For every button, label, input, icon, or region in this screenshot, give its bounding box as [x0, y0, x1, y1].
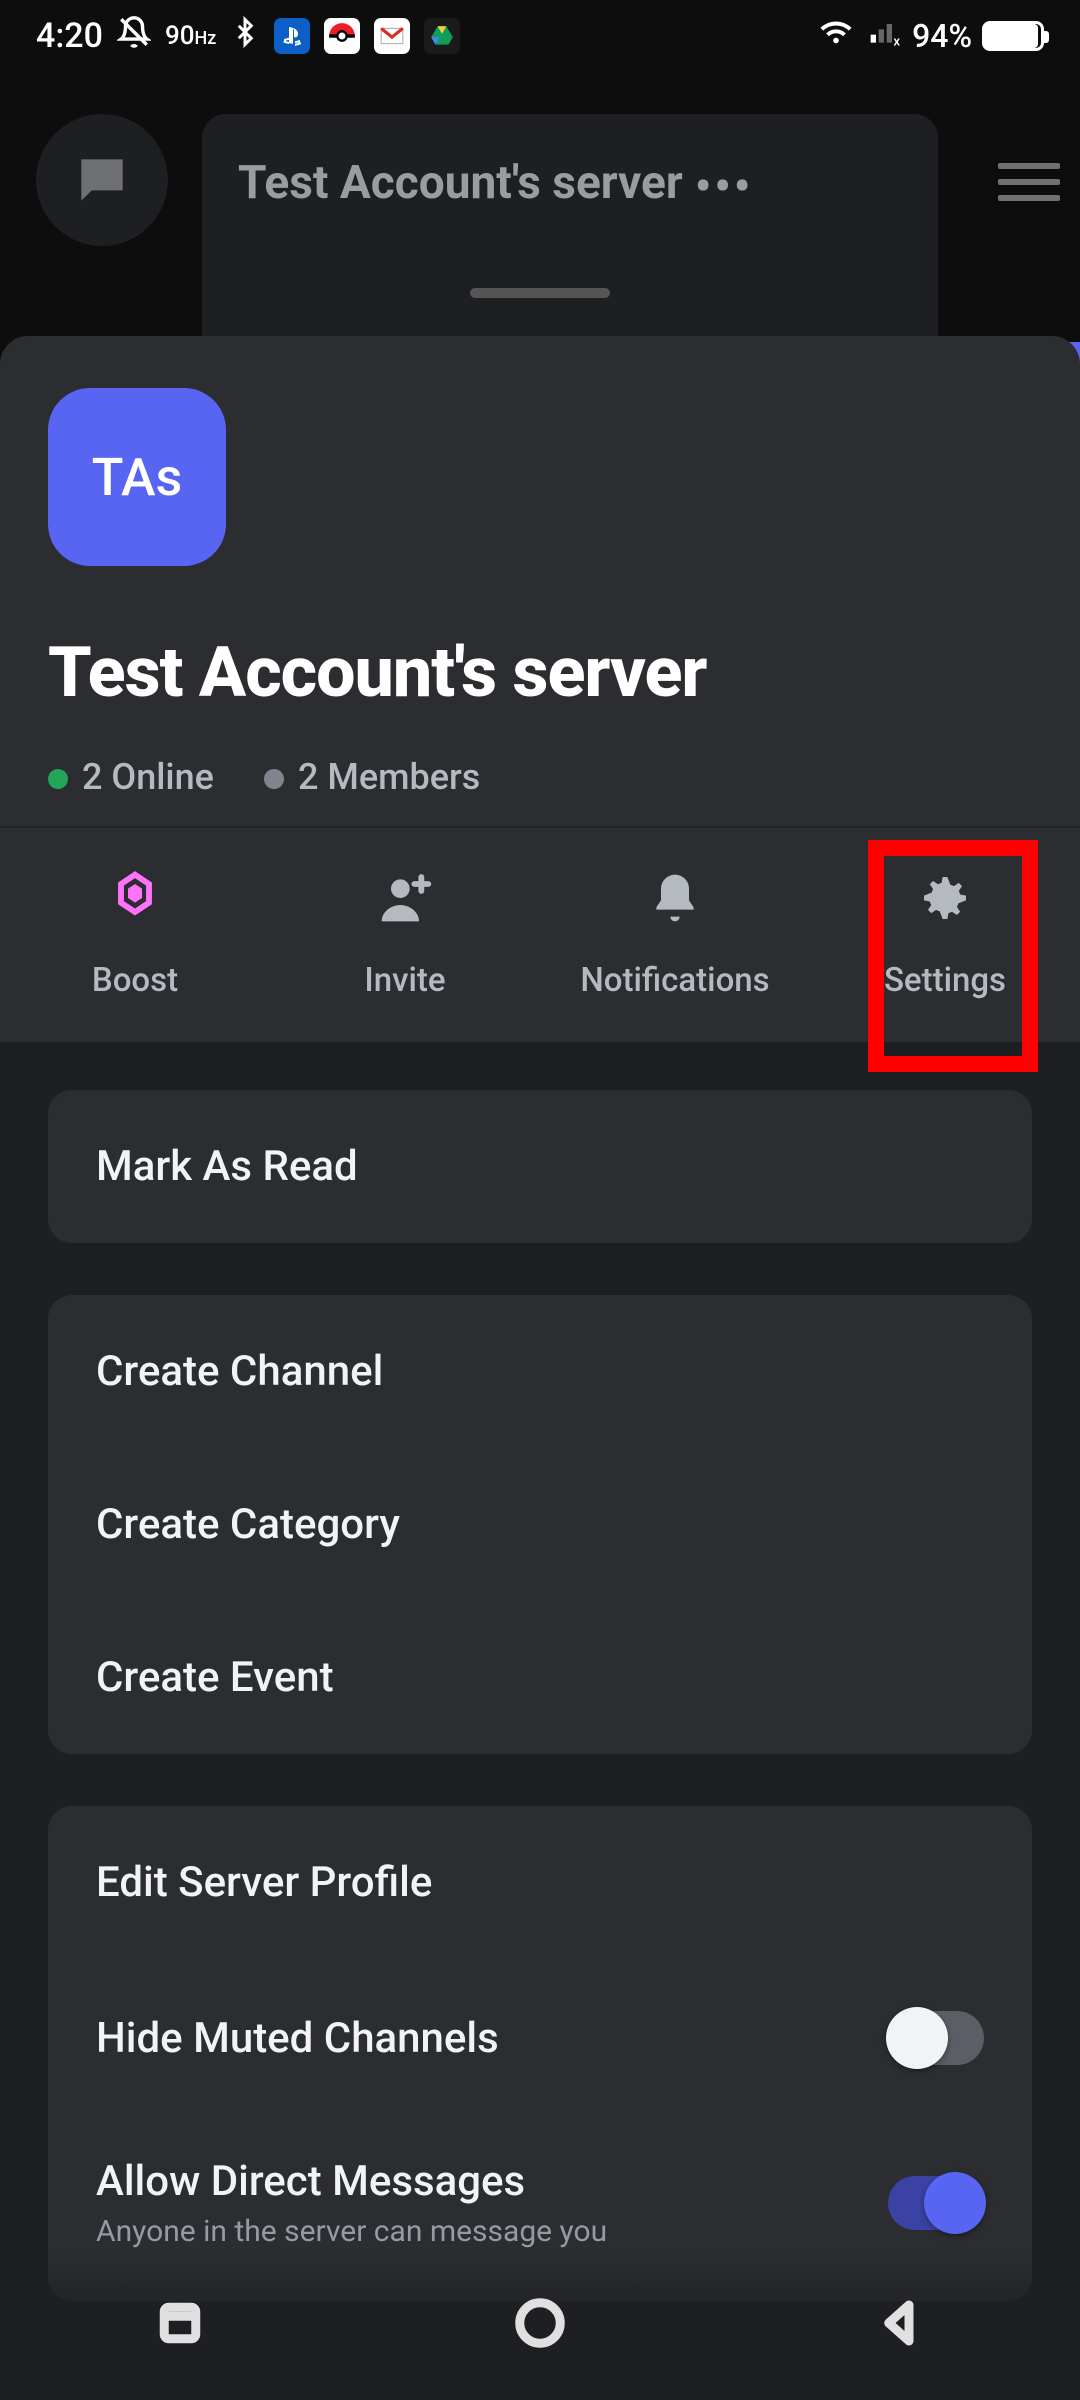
server-name: Test Account's server	[48, 632, 1032, 714]
background-header: Test Account's server ••• 1+ ne	[0, 72, 1080, 342]
menu-area: Mark As Read Create Channel Create Categ…	[0, 1042, 1080, 2400]
gear-icon	[917, 870, 973, 935]
app-icon-ps	[274, 18, 310, 54]
grab-handle[interactable]	[470, 288, 610, 298]
invite-label: Invite	[364, 961, 445, 1000]
invite-action[interactable]: Invite	[270, 828, 540, 1042]
battery-pct: 94%	[912, 17, 972, 55]
status-bar: 4:20 90Hz x 94%	[0, 0, 1080, 72]
action-row: Boost Invite Notifications Settings	[0, 826, 1080, 1042]
notifications-label: Notifications	[580, 961, 769, 1000]
settings-label: Settings	[884, 961, 1006, 1000]
bell-icon	[647, 870, 703, 935]
nav-back-icon[interactable]	[873, 2296, 927, 2354]
create-event-item[interactable]: Create Event	[48, 1601, 1032, 1754]
battery-icon	[982, 21, 1044, 51]
server-options-sheet: TAs Test Account's server 2 Online 2 Mem…	[0, 336, 1080, 2400]
signal-icon: x	[866, 16, 902, 56]
dm-bubble-icon[interactable]	[36, 114, 168, 246]
boost-label: Boost	[92, 961, 178, 1000]
settings-action[interactable]: Settings	[810, 828, 1080, 1042]
online-count: 2 Online	[48, 756, 214, 798]
server-title-text: Test Account's server	[238, 156, 683, 210]
mark-as-read-item[interactable]: Mark As Read	[48, 1090, 1032, 1243]
hamburger-icon[interactable]	[972, 138, 1060, 226]
system-nav-bar	[0, 2250, 1080, 2400]
presence-row: 2 Online 2 Members	[48, 756, 1032, 798]
refresh-rate: 90Hz	[165, 21, 216, 51]
create-category-item[interactable]: Create Category	[48, 1448, 1032, 1601]
status-left: 4:20 90Hz	[36, 15, 460, 57]
nav-recent-icon[interactable]	[153, 2296, 207, 2354]
sheet-header: TAs Test Account's server 2 Online 2 Mem…	[0, 336, 1080, 826]
server-title-card[interactable]: Test Account's server •••	[202, 114, 938, 374]
allow-dm-sub: Anyone in the server can message you	[96, 2214, 607, 2249]
wifi-icon	[816, 15, 856, 57]
menu-group-read: Mark As Read	[48, 1090, 1032, 1243]
notifications-action[interactable]: Notifications	[540, 828, 810, 1042]
server-icon[interactable]: TAs	[48, 388, 226, 566]
boost-icon	[107, 870, 163, 935]
bluetooth-icon	[230, 15, 260, 57]
status-right: x 94%	[816, 15, 1044, 57]
member-count: 2 Members	[264, 756, 480, 798]
edit-server-profile-item[interactable]: Edit Server Profile	[48, 1806, 1032, 1959]
invite-icon	[377, 870, 433, 935]
nav-home-icon[interactable]	[513, 2296, 567, 2354]
menu-group-create: Create Channel Create Category Create Ev…	[48, 1295, 1032, 1754]
app-icon-drive	[424, 18, 460, 54]
hide-muted-label: Hide Muted Channels	[96, 2014, 499, 2063]
app-icon-pokeball	[324, 18, 360, 54]
allow-dm-toggle[interactable]	[888, 2176, 984, 2230]
hide-muted-toggle[interactable]	[888, 2011, 984, 2065]
status-time: 4:20	[36, 16, 103, 56]
create-channel-item[interactable]: Create Channel	[48, 1295, 1032, 1448]
boost-action[interactable]: Boost	[0, 828, 270, 1042]
ellipsis-icon[interactable]: •••	[695, 160, 754, 214]
dnd-icon	[117, 15, 151, 57]
svg-text:x: x	[893, 34, 900, 48]
menu-group-profile: Edit Server Profile Hide Muted Channels …	[48, 1806, 1032, 2301]
app-icon-gmail	[374, 18, 410, 54]
hide-muted-channels-item[interactable]: Hide Muted Channels	[48, 1959, 1032, 2117]
allow-dm-label: Allow Direct Messages	[96, 2157, 607, 2206]
